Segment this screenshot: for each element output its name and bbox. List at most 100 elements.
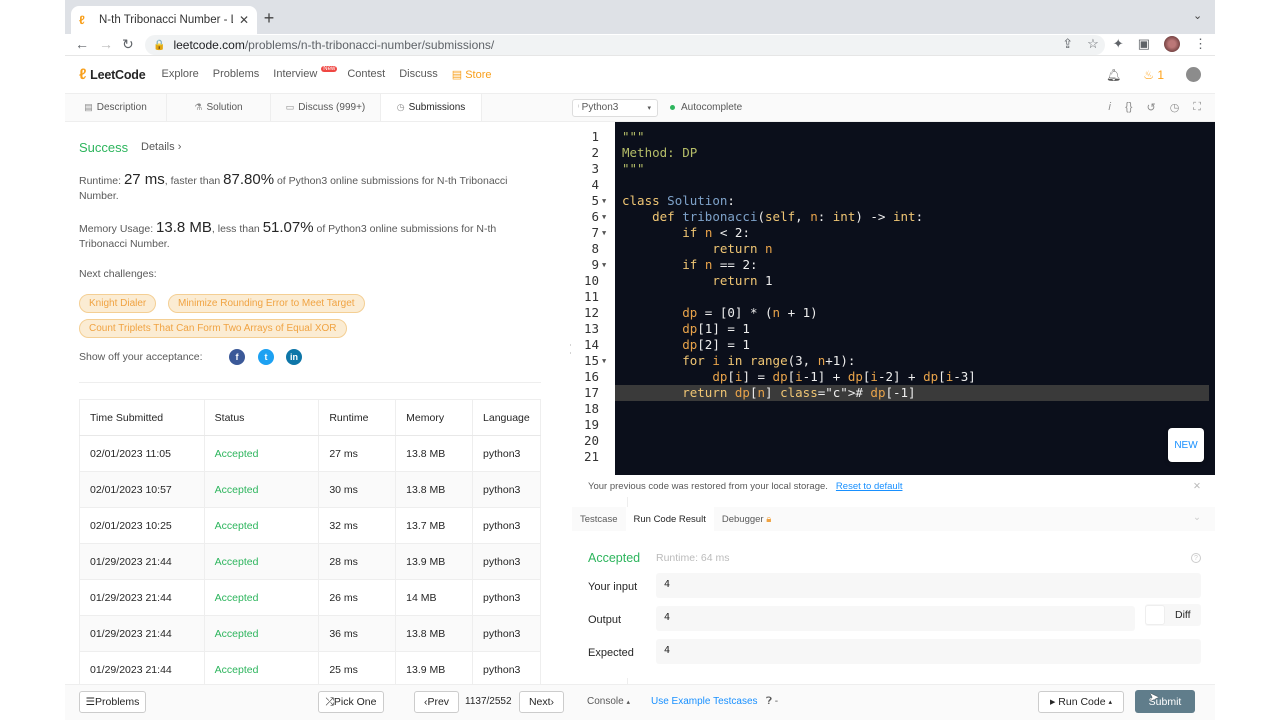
reload-icon[interactable]: ↻ [122,36,134,53]
problems-button[interactable]: ☰ Problems [79,691,146,713]
prev-button[interactable]: ‹ Prev [414,691,459,713]
braces-icon[interactable]: {} [1125,101,1132,114]
col-memory: Memory [395,399,474,436]
info-italic-icon[interactable]: 𝑖 [1108,101,1111,114]
cell-status[interactable]: Accepted [204,579,320,616]
tab-description[interactable]: ▤ Description [65,94,167,121]
fullscreen-icon[interactable]: ⛶ [1193,101,1201,114]
notification-bell-icon[interactable]: 🔔︎ [1106,68,1121,82]
code-line[interactable]: def tribonacci(self, n: int) -> int: [622,209,923,225]
challenge-chip[interactable]: Minimize Rounding Error to Meet Target [168,294,365,313]
side-panel-icon[interactable]: ▣ [1138,36,1150,52]
code-line[interactable]: return 1 [622,273,772,289]
leetcode-logo[interactable]: ℓ LeetCode [79,66,146,83]
nav-store[interactable]: ▤ Store [452,68,492,81]
browser-menu-icon[interactable]: ⋮ [1194,36,1207,52]
streak-counter[interactable]: ♨ 1 [1143,68,1164,82]
tab-solution[interactable]: ⚗ Solution [167,94,271,121]
diff-toggle[interactable]: Diff [1145,604,1201,626]
tab-testcase[interactable]: Testcase [572,507,626,531]
pick-one-button[interactable]: ⤮ Pick One [318,691,384,713]
code-editor[interactable]: 1 2 3 4 5 ▼ 6 ▼ 7 ▼ 8 9 ▼ 10 11 12 13 14 15 ▼ 16 17 18 19 20 21 "… [572,122,1215,475]
code-line[interactable]: dp[i] = dp[i-1] + dp[i-2] + dp[i-3] [622,369,976,385]
history-icon[interactable]: ◷ [1170,101,1180,114]
url-bar[interactable]: 🔒 leetcode.com/problems/n-th-tribonacci-… [145,35,1105,55]
share-label: Show off your acceptance: [79,351,203,363]
user-avatar-icon[interactable] [1186,67,1201,82]
code-line[interactable]: dp[1] = 1 [622,321,750,337]
nav-contest[interactable]: Contest [347,68,385,81]
nav-explore[interactable]: Explore [162,68,199,81]
reset-to-default-link[interactable]: Reset to default [836,481,903,492]
back-icon[interactable]: ← [75,36,89,52]
code-line[interactable]: Method: DP [622,145,697,161]
cell-status[interactable]: Accepted [204,507,320,544]
console-toggle[interactable]: Console ▴ [587,696,630,707]
new-feature-button[interactable]: NEW [1168,428,1204,462]
help-icon[interactable]: ? [1191,553,1201,563]
fold-arrow-icon[interactable]: ▼ [602,193,610,209]
submit-button[interactable]: Submit [1135,690,1195,713]
run-code-button[interactable]: ▶ Run Code ▴ [1038,691,1124,713]
nav-problems[interactable]: Problems [213,68,259,81]
code-area[interactable]: """ Method: DP """ class Solution: def trib… [615,122,1215,475]
bookmark-star-icon[interactable]: ☆ [1087,36,1099,52]
forward-icon[interactable]: → [99,36,113,52]
linkedin-icon[interactable]: in [286,349,302,365]
browser-tab[interactable]: ℓ N-th Tribonacci Number - Leet ✕ [71,6,257,34]
language-select[interactable]: ⁱ Python3 ▾ [572,98,658,117]
code-line[interactable]: if n < 2: [622,225,750,241]
close-tab-icon[interactable]: ✕ [239,13,249,27]
table-row[interactable]: 01/29/2023 21:44 Accepted 26 ms 14 MB python… [79,579,541,616]
table-row[interactable]: 01/29/2023 21:44 Accepted 36 ms 13.8 MB pyth… [79,615,541,652]
code-line[interactable]: """ [622,161,645,177]
cell-status[interactable]: Accepted [204,651,320,688]
reset-icon[interactable]: ↺ [1146,101,1155,114]
new-tab-icon[interactable]: + [259,8,279,29]
code-line[interactable]: dp = [0] * (n + 1) [622,305,818,321]
fold-arrow-icon[interactable]: ▼ [602,209,610,225]
help-question-icon[interactable]: ❓︎ - [766,696,778,707]
use-example-testcases-link[interactable]: Use Example Testcases [651,696,758,707]
table-row[interactable]: 01/29/2023 21:44 Accepted 25 ms 13.9 MB pyth… [79,651,541,688]
tab-submissions[interactable]: ◷ Submissions [381,94,482,121]
details-link[interactable]: Details › [141,141,181,153]
cell-status[interactable]: Accepted [204,471,320,508]
table-row[interactable]: 02/01/2023 11:05 Accepted 27 ms 13.8 MB pyth… [79,435,541,472]
nav-discuss[interactable]: Discuss [399,68,438,81]
autocomplete-toggle[interactable]: Autocomplete [670,102,742,113]
cell-status[interactable]: Accepted [204,615,320,652]
fold-arrow-icon[interactable]: ▼ [602,257,610,273]
tab-debugger[interactable]: Debugger 🔒︎ [714,507,779,531]
challenge-chip[interactable]: Count Triplets That Can Form Two Arrays … [79,319,347,338]
table-row[interactable]: 02/01/2023 10:57 Accepted 30 ms 13.8 MB pyth… [79,471,541,508]
nav-interview[interactable]: Interview New [273,66,338,81]
code-line[interactable]: for i in range(3, n+1): [622,353,855,369]
cell-status[interactable]: Accepted [204,435,320,472]
collapse-chevron-icon[interactable]: ⌄ [1193,512,1201,523]
table-row[interactable]: 02/01/2023 10:25 Accepted 32 ms 13.7 MB pyth… [79,507,541,544]
next-button[interactable]: Next › [519,691,564,713]
fold-arrow-icon[interactable]: ▼ [602,225,610,241]
cell-time: 01/29/2023 21:44 [79,543,205,580]
code-line[interactable]: dp[2] = 1 [622,337,750,353]
close-notice-icon[interactable]: ✕ [1193,481,1201,492]
code-line[interactable]: return dp[n] class="c"># dp[-1] [622,385,915,401]
share-icon[interactable]: ⇪ [1062,36,1073,52]
code-line[interactable]: class Solution: [622,193,735,209]
tab-discuss[interactable]: ▭ Discuss (999+) [271,94,381,121]
facebook-icon[interactable]: f [229,349,245,365]
code-line[interactable]: if n == 2: [622,257,757,273]
challenge-chip[interactable]: Knight Dialer [79,294,157,313]
fold-arrow-icon[interactable]: ▼ [602,353,610,369]
code-line[interactable]: """ [622,129,645,145]
diff-switch[interactable] [1145,605,1165,625]
cell-status[interactable]: Accepted [204,543,320,580]
twitter-icon[interactable]: t [258,349,274,365]
table-row[interactable]: 01/29/2023 21:44 Accepted 28 ms 13.9 MB pyth… [79,543,541,580]
tab-run-code-result[interactable]: Run Code Result [625,507,714,531]
code-line[interactable]: return n [622,241,772,257]
tab-menu-chevron-icon[interactable]: ⌄ [1193,9,1202,22]
extensions-puzzle-icon[interactable]: ✦ [1113,36,1124,52]
profile-avatar[interactable] [1164,36,1180,52]
